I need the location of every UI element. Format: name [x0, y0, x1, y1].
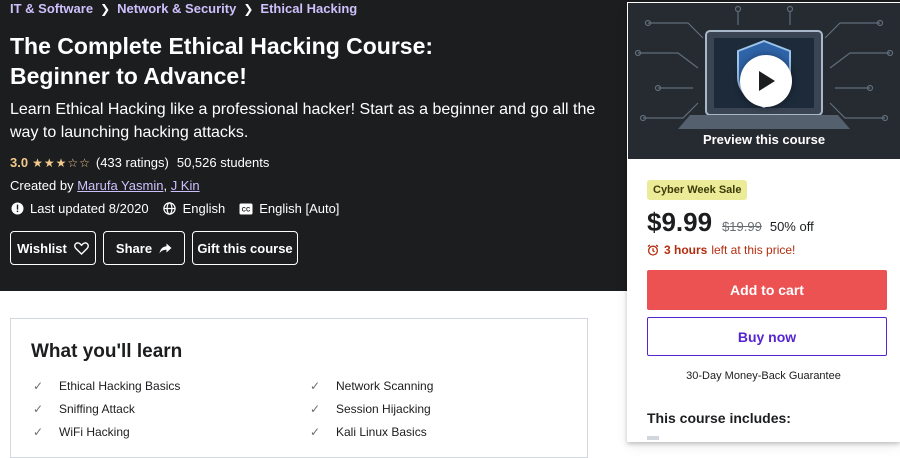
- discount-percent: 50% off: [769, 219, 814, 234]
- alarm-clock-icon: [647, 244, 659, 256]
- gift-course-button[interactable]: Gift this course: [192, 231, 298, 265]
- what-youll-learn-box: What you'll learn ✓ Ethical Hacking Basi…: [10, 318, 588, 458]
- purchase-sidebar: Preview this course Cyber Week Sale $9.9…: [627, 2, 900, 442]
- instructor-link[interactable]: J Kin: [171, 178, 200, 193]
- add-to-cart-button[interactable]: Add to cart: [647, 270, 887, 310]
- learn-item: ✓ Session Hijacking: [310, 402, 431, 416]
- learn-item-text: Ethical Hacking Basics: [59, 379, 181, 393]
- buy-now-button[interactable]: Buy now: [647, 317, 887, 356]
- last-updated-text: Last updated 8/2020: [30, 201, 149, 216]
- share-button[interactable]: Share: [103, 231, 185, 265]
- breadcrumb: IT & Software ❯ Network & Security ❯ Eth…: [10, 1, 357, 16]
- learn-item-text: Sniffing Attack: [59, 402, 135, 416]
- wishlist-label: Wishlist: [17, 240, 67, 256]
- gift-label: Gift this course: [197, 240, 293, 256]
- chevron-right-icon: ❯: [100, 1, 111, 16]
- header-actions: Wishlist Share Gift this course: [10, 231, 305, 265]
- current-price: $9.99: [647, 207, 713, 237]
- checkmark-icon: ✓: [310, 425, 321, 439]
- students-count: 50,526 students: [176, 155, 270, 170]
- captions-text: English [Auto]: [259, 201, 340, 216]
- money-back-guarantee: 30-Day Money-Back Guarantee: [686, 370, 841, 382]
- rating-row: 3.0 ★★★☆☆ (433 ratings) 50,526 students: [10, 155, 269, 170]
- course-captions: CC English [Auto]: [239, 201, 339, 216]
- course-title: The Complete Ethical Hacking Course: Beg…: [10, 31, 610, 91]
- original-price: $19.99: [722, 219, 762, 234]
- price-row: $9.99 $19.99 50% off: [647, 207, 814, 238]
- checkmark-icon: ✓: [310, 402, 321, 416]
- timer-hours: 3 hours: [664, 243, 708, 257]
- closed-captions-icon: CC: [239, 202, 253, 216]
- svg-text:CC: CC: [242, 207, 251, 213]
- course-language: English: [163, 201, 226, 216]
- globe-icon: [163, 202, 177, 216]
- learn-item-text: Kali Linux Basics: [336, 425, 427, 439]
- play-button-icon[interactable]: [740, 55, 792, 107]
- wishlist-button[interactable]: Wishlist: [10, 231, 96, 265]
- course-preview-video[interactable]: Preview this course: [628, 3, 900, 159]
- breadcrumb-item-ethical-hacking[interactable]: Ethical Hacking: [260, 1, 357, 16]
- checkmark-icon: ✓: [310, 379, 321, 393]
- course-title-line-2: Beginner to Advance!: [10, 63, 247, 89]
- instructor-link[interactable]: Marufa Yasmin: [77, 178, 163, 193]
- rating-value: 3.0: [10, 155, 29, 170]
- sale-timer: 3 hours left at this price!: [647, 243, 795, 257]
- course-includes-title: This course includes:: [647, 410, 791, 426]
- ratings-count-link[interactable]: (433 ratings): [96, 155, 169, 170]
- star-rating-icon: ★★★☆☆: [32, 155, 91, 170]
- timer-text: left at this price!: [711, 243, 796, 257]
- checkmark-icon: ✓: [33, 425, 44, 439]
- course-meta-row: Last updated 8/2020 English CC English […: [10, 201, 353, 216]
- course-title-line-1: The Complete Ethical Hacking Course:: [10, 33, 434, 59]
- preview-course-label[interactable]: Preview this course: [628, 132, 900, 147]
- learn-item: ✓ Sniffing Attack: [33, 402, 135, 416]
- course-subtitle: Learn Ethical Hacking like a professiona…: [10, 101, 596, 141]
- breadcrumb-item-it-software[interactable]: IT & Software: [10, 1, 93, 16]
- last-updated: Last updated 8/2020: [10, 201, 149, 216]
- video-icon: [647, 436, 659, 440]
- chevron-right-icon: ❯: [243, 1, 254, 16]
- alert-badge-icon: [10, 202, 24, 216]
- checkmark-icon: ✓: [33, 379, 44, 393]
- learn-item: ✓ Ethical Hacking Basics: [33, 379, 180, 393]
- sale-badge: Cyber Week Sale: [647, 180, 748, 200]
- learn-item-text: WiFi Hacking: [59, 425, 130, 439]
- heart-icon: [73, 241, 89, 255]
- share-label: Share: [115, 240, 153, 256]
- share-arrow-icon: [159, 243, 172, 254]
- learn-item: ✓ Network Scanning: [310, 379, 433, 393]
- instructor-separator: ,: [163, 178, 171, 193]
- checkmark-icon: ✓: [33, 402, 44, 416]
- breadcrumb-item-network-security[interactable]: Network & Security: [117, 1, 236, 16]
- learn-item-text: Network Scanning: [336, 379, 434, 393]
- created-by-label: Created by: [10, 178, 74, 193]
- created-by-row: Created by Marufa Yasmin, J Kin: [10, 178, 200, 193]
- learn-item: ✓ Kali Linux Basics: [310, 425, 427, 439]
- learn-title: What you'll learn: [31, 341, 183, 362]
- language-text: English: [182, 201, 226, 216]
- learn-item: ✓ WiFi Hacking: [33, 425, 130, 439]
- learn-item-text: Session Hijacking: [336, 402, 431, 416]
